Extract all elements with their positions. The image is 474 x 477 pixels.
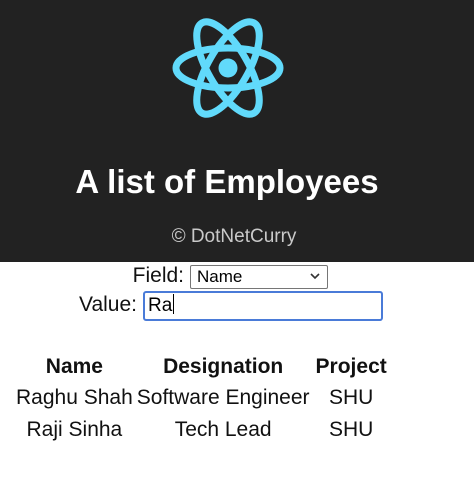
- react-logo-icon: [172, 18, 284, 118]
- column-header-name: Name: [45, 355, 103, 378]
- column-header-designation: Designation: [163, 355, 284, 378]
- employees-table: Name Designation Project Raghu Shah Soft…: [14, 352, 391, 446]
- cell-designation: Tech Lead: [174, 418, 272, 441]
- chevron-down-icon: [310, 273, 320, 280]
- field-select-value: Name: [197, 267, 243, 286]
- table-header-row: Name Designation Project: [14, 352, 391, 382]
- value-label: Value:: [79, 293, 137, 316]
- cell-name: Raji Sinha: [26, 418, 123, 441]
- page-title: A list of Employees: [75, 163, 379, 200]
- text-caret: [173, 294, 175, 314]
- cell-designation: Software Engineer: [136, 386, 310, 409]
- cell-project: SHU: [328, 386, 374, 409]
- cell-name: Raghu Shah: [16, 386, 133, 409]
- table-row: Raji Sinha Tech Lead SHU: [14, 414, 391, 446]
- cell-project: SHU: [328, 418, 374, 441]
- table-row: Raghu Shah Software Engineer SHU: [14, 382, 391, 414]
- value-input[interactable]: Ra: [143, 291, 383, 321]
- copyright-text: © DotNetCurry: [171, 226, 297, 247]
- field-label: Field:: [132, 264, 184, 287]
- value-input-text: Ra: [148, 295, 173, 316]
- column-header-project: Project: [315, 355, 387, 378]
- field-select[interactable]: Name: [190, 265, 328, 289]
- app-header: A list of Employees © DotNetCurry: [0, 0, 474, 262]
